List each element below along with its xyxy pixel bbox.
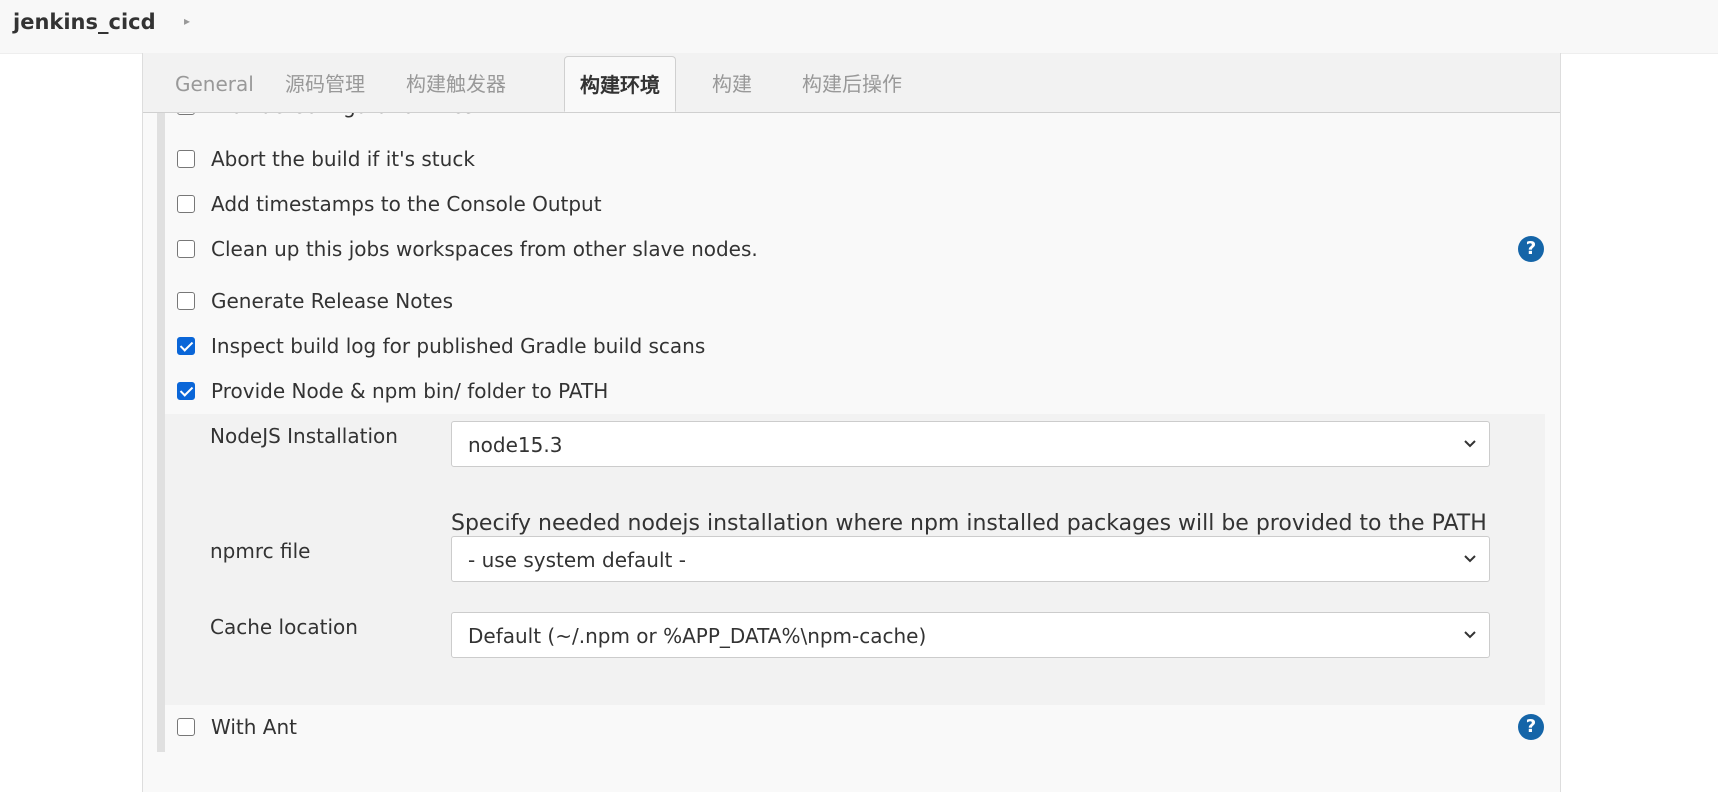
config-panel: General 源码管理 构建触发器 构建环境 构建 构建后操作 Provide… xyxy=(142,53,1561,792)
nodejs-installation-description: Specify needed nodejs installation where… xyxy=(451,511,1487,536)
config-tab-bar: General 源码管理 构建触发器 构建环境 构建 构建后操作 xyxy=(143,53,1560,113)
timestamps-row[interactable]: Add timestamps to the Console Output xyxy=(177,189,602,219)
node-path-row[interactable]: Provide Node & npm bin/ folder to PATH xyxy=(177,376,608,406)
abort-stuck-label: Abort the build if it's stuck xyxy=(211,147,475,171)
cleanup-workspaces-label: Clean up this jobs workspaces from other… xyxy=(211,237,758,261)
nodejs-installation-value: node15.3 xyxy=(468,433,563,457)
chevron-right-icon[interactable]: ▸ xyxy=(184,14,190,28)
with-ant-checkbox[interactable] xyxy=(177,718,195,736)
gradle-scans-checkbox[interactable] xyxy=(177,337,195,355)
node-path-checkbox[interactable] xyxy=(177,382,195,400)
abort-stuck-checkbox[interactable] xyxy=(177,150,195,168)
tab-build[interactable]: 构建 xyxy=(697,56,767,112)
tab-build-environment[interactable]: 构建环境 xyxy=(564,56,676,112)
npmrc-file-label: npmrc file xyxy=(210,539,311,563)
timestamps-checkbox[interactable] xyxy=(177,195,195,213)
gradle-scans-label: Inspect build log for published Gradle b… xyxy=(211,334,706,358)
release-notes-checkbox[interactable] xyxy=(177,292,195,310)
abort-stuck-row[interactable]: Abort the build if it's stuck xyxy=(177,144,475,174)
gradle-scans-row[interactable]: Inspect build log for published Gradle b… xyxy=(177,331,705,361)
cache-location-value: Default (~/.npm or %APP_DATA%\npm-cache) xyxy=(468,624,927,648)
breadcrumb-job-name[interactable]: jenkins_cicd xyxy=(13,10,156,34)
timestamps-label: Add timestamps to the Console Output xyxy=(211,192,602,216)
release-notes-label: Generate Release Notes xyxy=(211,289,454,313)
tab-source-management[interactable]: 源码管理 xyxy=(270,56,380,112)
with-ant-row[interactable]: With Ant xyxy=(177,712,297,742)
help-icon[interactable]: ? xyxy=(1518,714,1544,740)
npmrc-file-select[interactable]: - use system default - xyxy=(451,536,1490,582)
cache-location-label: Cache location xyxy=(210,615,358,639)
cache-location-select[interactable]: Default (~/.npm or %APP_DATA%\npm-cache) xyxy=(451,612,1490,658)
node-path-label: Provide Node & npm bin/ folder to PATH xyxy=(211,379,609,403)
npmrc-file-value: - use system default - xyxy=(468,548,686,572)
chevron-down-icon xyxy=(1464,440,1476,448)
chevron-down-icon xyxy=(1464,631,1476,639)
release-notes-row[interactable]: Generate Release Notes xyxy=(177,286,453,316)
nodejs-installation-label: NodeJS Installation xyxy=(210,424,398,448)
tab-general[interactable]: General xyxy=(160,56,269,112)
nodejs-installation-select[interactable]: node15.3 xyxy=(451,421,1490,467)
cleanup-workspaces-row[interactable]: Clean up this jobs workspaces from other… xyxy=(177,234,758,264)
tab-build-triggers[interactable]: 构建触发器 xyxy=(391,56,521,112)
cleanup-workspaces-checkbox[interactable] xyxy=(177,240,195,258)
chevron-down-icon xyxy=(1464,555,1476,563)
node-config-section: NodeJS Installation node15.3 Specify nee… xyxy=(165,414,1545,705)
tab-post-build-actions[interactable]: 构建后操作 xyxy=(787,56,917,112)
top-breadcrumb-bar: jenkins_cicd ▸ xyxy=(0,0,1718,54)
section-indent-bar xyxy=(157,112,165,752)
help-icon[interactable]: ? xyxy=(1518,236,1544,262)
with-ant-label: With Ant xyxy=(211,715,297,739)
